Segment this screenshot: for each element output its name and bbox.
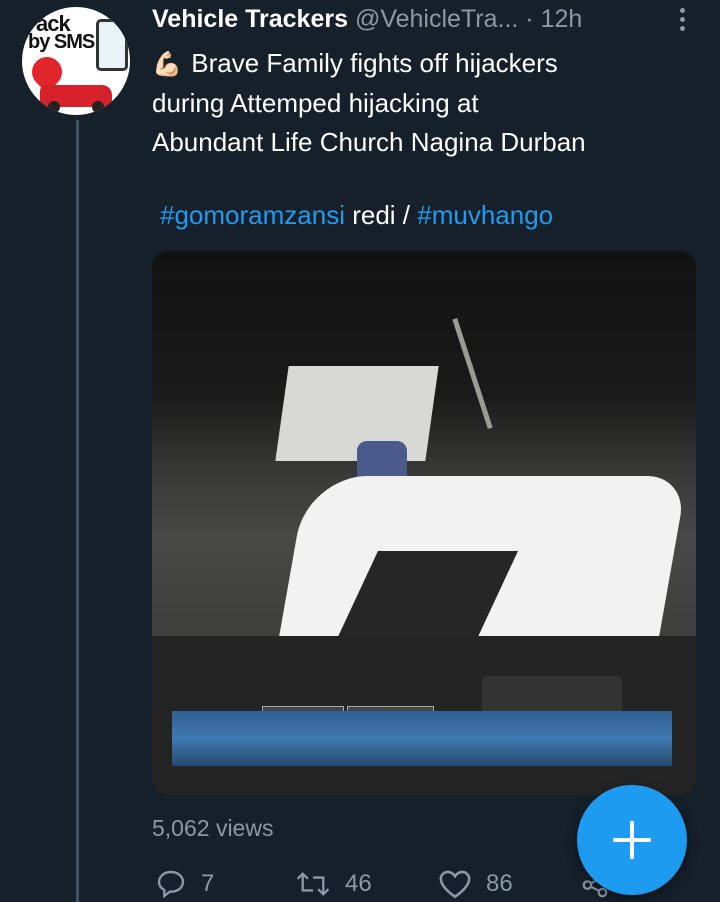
pole-shape <box>452 318 493 429</box>
separator: · <box>525 5 534 33</box>
tweet-header: Vehicle Trackers @VehicleTra... · 12h <box>152 5 720 37</box>
like-count: 86 <box>486 870 513 897</box>
dvr-panel <box>152 636 696 795</box>
thread-line <box>76 120 79 902</box>
hashtag-separator-text: redi / <box>344 200 418 230</box>
dvr-controls-icon <box>482 676 622 716</box>
phone-icon <box>96 19 128 71</box>
hashtag-link[interactable]: #muvhango <box>417 200 553 230</box>
retweet-count: 46 <box>345 870 372 897</box>
view-count: 5,062 views <box>152 815 274 841</box>
reply-icon <box>157 870 185 899</box>
handle[interactable]: @VehicleTra... <box>355 5 518 33</box>
reply-button[interactable]: 7 <box>155 868 214 900</box>
display-name[interactable]: Vehicle Trackers <box>152 5 348 33</box>
like-icon <box>439 870 471 899</box>
tweet-line-3: Abundant Life Church Nagina Durban <box>152 127 586 157</box>
like-button[interactable]: 86 <box>438 868 513 900</box>
retweet-button[interactable]: 46 <box>295 868 372 900</box>
tweet-line-2: during Attemped hijacking at <box>152 88 479 118</box>
compose-button[interactable] <box>577 785 687 895</box>
tweet-video[interactable] <box>152 251 696 795</box>
more-vertical-icon[interactable] <box>680 8 686 35</box>
cctv-scene <box>152 251 696 661</box>
hashtag-link[interactable]: #gomoramzansi <box>160 200 345 230</box>
reply-count: 7 <box>201 870 215 897</box>
tweet-line-1: 💪🏻 Brave Family fights off hijackers <box>152 44 692 84</box>
avatar-text-2: by SMS <box>28 31 95 53</box>
dvr-timeline <box>172 711 672 766</box>
tweet-line-1-text: Brave Family fights off hijackers <box>191 48 558 78</box>
tweet-text: 💪🏻 Brave Family fights off hijackers dur… <box>152 44 692 162</box>
avatar[interactable]: ack by SMS <box>22 7 130 115</box>
timestamp[interactable]: 12h <box>541 5 583 33</box>
retweet-icon <box>296 872 330 896</box>
car-icon <box>40 85 112 113</box>
flexed-biceps-icon: 💪🏻 <box>152 51 182 78</box>
hashtag-line: #gomoramzansi redi / #muvhango <box>160 200 553 231</box>
